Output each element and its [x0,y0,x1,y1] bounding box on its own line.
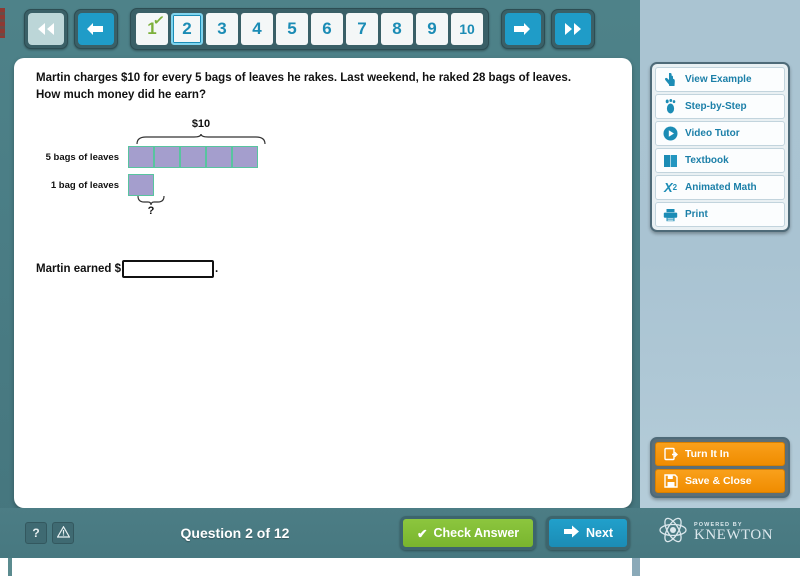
next-page-button[interactable] [501,9,545,49]
page-tile-label: 9 [427,19,437,38]
bar-cell [128,146,154,168]
answer-prefix-label: Martin earned $ [36,263,121,275]
step-by-step-button[interactable]: Step-by-Step [655,94,785,119]
next-label: Next [586,526,614,540]
check-mark-icon: ✔ [417,526,428,541]
left-arrow-icon [78,13,114,45]
action-label: Save & Close [685,475,752,487]
tool-label: View Example [685,74,752,85]
print-button[interactable]: Print [655,202,785,227]
action-button-group: Turn It In Save & Close [650,437,790,498]
double-right-arrow-icon [555,13,591,45]
next-arrow-icon [563,525,580,541]
bar-cell [154,146,180,168]
previous-page-button[interactable] [74,9,118,49]
knewton-name-label: KNEWTON [694,527,774,543]
page-tile-label: 2 [182,19,192,38]
page-tile-3[interactable]: 3 [206,13,238,45]
page-tile-1[interactable]: 1 ✓ [136,11,168,45]
page-tile-7[interactable]: 7 [346,13,378,45]
page-tile-5[interactable]: 5 [276,13,308,45]
video-tutor-button[interactable]: Video Tutor [655,121,785,146]
knewton-branding: POWERED BY KNEWTON [658,517,773,548]
play-circle-icon [662,125,679,142]
page-tile-10[interactable]: 10 [451,13,483,45]
last-page-button[interactable] [551,9,595,49]
view-example-button[interactable]: View Example [655,67,785,92]
check-answer-label: Check Answer [433,526,520,540]
page-tile-label: 8 [392,19,402,38]
page-tile-label: 10 [459,21,475,37]
bar-row-cells [128,146,258,168]
top-brace: $10 [136,118,266,145]
page-tile-label: 7 [357,19,367,38]
tool-button-group: View Example Step-by-Step Video Tutor Te… [650,62,790,232]
answer-suffix-label: . [215,263,219,275]
page-number-list: 1 ✓ 2 3 4 5 6 7 8 9 10 [130,8,489,50]
top-brace-shape [136,134,266,145]
bar-model-row-1bag: 1 bag of leaves [36,174,154,196]
next-question-button[interactable]: Next [546,516,631,550]
footer-right-marker [632,558,640,576]
knewton-atom-logo-icon [658,517,688,548]
bar-cell [180,146,206,168]
tool-label: Print [685,209,708,220]
animated-math-button[interactable]: X2 Animated Math [655,175,785,200]
check-answer-button[interactable]: ✔ Check Answer [400,516,537,550]
page-tile-label: 3 [217,19,227,38]
tool-label: Textbook [685,155,729,166]
tools-sidebar: View Example Step-by-Step Video Tutor Te… [640,0,800,576]
page-tile-6[interactable]: 6 [311,13,343,45]
bottom-brace-shape [137,196,165,205]
answer-line: Martin earned $ . [36,260,218,278]
footprint-icon [662,98,679,115]
footer-left-marker [8,558,12,576]
bar-cell [206,146,232,168]
bar-row-label: 5 bags of leaves [45,151,119,163]
tool-label: Step-by-Step [685,101,747,112]
floppy-disk-icon [663,474,678,489]
page-tile-4[interactable]: 4 [241,13,273,45]
page-tile-8[interactable]: 8 [381,13,413,45]
bar-cell [232,146,258,168]
page-tile-label: 5 [287,19,297,38]
x-squared-icon: X2 [663,180,678,195]
bottom-brace: ? [137,196,165,218]
question-panel: Martin charges $10 for every 5 bags of l… [14,58,632,508]
page-tile-label: 6 [322,19,332,38]
save-and-close-button[interactable]: Save & Close [655,469,785,493]
bar-row-cells [128,174,154,196]
page-tile-label: 4 [252,19,262,38]
first-page-button[interactable] [24,9,68,49]
footer-strip [0,558,800,576]
bar-row-label: 1 bag of leaves [50,179,119,191]
top-brace-label: $10 [191,118,211,130]
turn-it-in-button[interactable]: Turn It In [655,442,785,466]
printer-icon [662,206,679,223]
right-arrow-icon [505,13,541,45]
bar-cell [128,174,154,196]
turn-in-icon [663,447,678,462]
double-left-arrow-icon [28,13,64,45]
knewton-wordmark: POWERED BY KNEWTON [694,522,773,543]
question-text: Martin charges $10 for every 5 bags of l… [36,72,572,101]
bar-model-row-5bags: 5 bags of leaves [36,146,258,168]
tool-label: Animated Math [685,182,757,193]
textbook-button[interactable]: Textbook [655,148,785,173]
bottom-brace-label: ? [147,205,155,217]
book-icon [662,152,679,169]
answer-input[interactable] [122,260,214,278]
page-tile-9[interactable]: 9 [416,13,448,45]
action-label: Turn It In [685,448,730,460]
completed-check-icon: ✓ [152,11,167,29]
hand-pointer-icon [662,71,679,88]
page-tile-2[interactable]: 2 [171,13,203,45]
tool-label: Video Tutor [685,128,740,139]
